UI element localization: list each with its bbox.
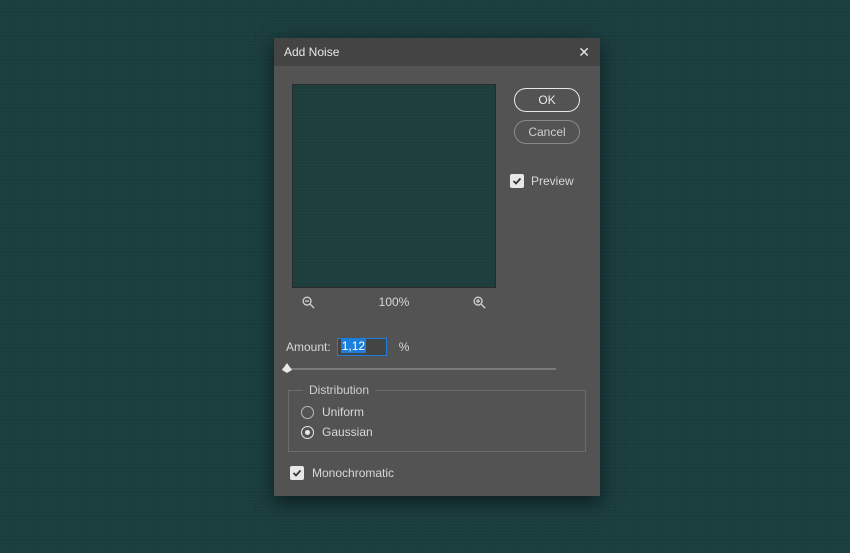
checkbox-checked-icon: [290, 466, 304, 480]
ok-button[interactable]: OK: [514, 88, 580, 112]
checkbox-checked-icon: [510, 174, 524, 188]
radio-checked-icon: [301, 426, 314, 439]
ok-button-label: OK: [538, 93, 555, 107]
add-noise-dialog: Add Noise ✕ 100%: [274, 38, 600, 496]
zoom-controls: 100%: [292, 294, 496, 310]
zoom-level: 100%: [379, 295, 410, 309]
preview-image[interactable]: [292, 84, 496, 288]
zoom-in-icon[interactable]: [472, 294, 488, 310]
amount-label: Amount:: [286, 340, 331, 354]
radio-unchecked-icon: [301, 406, 314, 419]
amount-value: 1,12: [341, 339, 366, 353]
amount-input[interactable]: 1,12: [337, 338, 387, 356]
slider-thumb-icon[interactable]: [281, 362, 293, 374]
slider-track: [282, 368, 556, 370]
close-icon[interactable]: ✕: [578, 45, 590, 59]
radio-gaussian-label: Gaussian: [322, 425, 373, 439]
radio-uniform[interactable]: Uniform: [301, 405, 573, 419]
preview-column: 100%: [292, 74, 508, 310]
dialog-title: Add Noise: [284, 45, 339, 59]
radio-uniform-label: Uniform: [322, 405, 364, 419]
cancel-button[interactable]: Cancel: [514, 120, 580, 144]
amount-row: Amount: 1,12 %: [274, 338, 600, 356]
button-column: OK Cancel Preview: [508, 74, 586, 310]
preview-toggle[interactable]: Preview: [508, 174, 574, 188]
monochromatic-toggle[interactable]: Monochromatic: [290, 466, 600, 480]
dialog-titlebar[interactable]: Add Noise ✕: [274, 38, 600, 66]
amount-unit: %: [399, 340, 410, 354]
dialog-body: 100% OK Cancel: [274, 66, 600, 310]
preview-label: Preview: [531, 174, 574, 188]
amount-slider[interactable]: [282, 362, 556, 376]
radio-gaussian[interactable]: Gaussian: [301, 425, 573, 439]
distribution-group: Distribution Uniform Gaussian: [288, 390, 586, 452]
monochromatic-label: Monochromatic: [312, 466, 394, 480]
distribution-legend: Distribution: [303, 383, 375, 397]
cancel-button-label: Cancel: [528, 125, 565, 139]
zoom-out-icon[interactable]: [300, 294, 316, 310]
